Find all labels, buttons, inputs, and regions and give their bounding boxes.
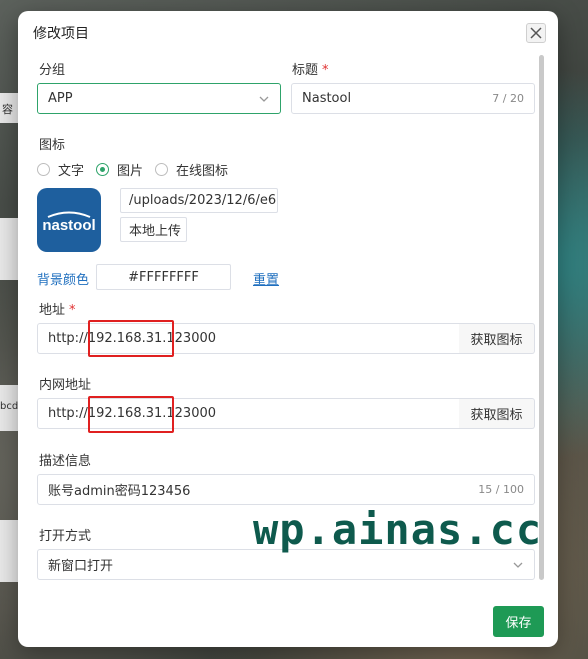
description-input-value: 账号admin密码123456 xyxy=(48,484,191,499)
group-select-value: APP xyxy=(48,91,73,106)
title-input-value: Nastool xyxy=(302,91,352,106)
title-input[interactable]: Nastool 7 / 20 xyxy=(291,83,535,114)
title-char-counter: 7 / 20 xyxy=(492,92,524,105)
reset-color-link[interactable]: 重置 xyxy=(253,269,279,288)
lan-address-label: 内网地址 xyxy=(39,378,92,393)
icon-label: 图标 xyxy=(39,138,66,153)
title-label: 标题 * xyxy=(292,63,329,78)
lan-fetch-icon-button[interactable]: 获取图标 xyxy=(459,398,535,429)
icon-path-input[interactable]: /uploads/2023/12/6/e6 xyxy=(120,188,278,213)
dialog-title: 修改项目 xyxy=(33,26,89,42)
watermark-text: wp.ainas.cc xyxy=(253,505,543,554)
bg-color-input[interactable]: #FFFFFFFF xyxy=(96,264,231,290)
ip-highlight-box xyxy=(88,320,174,357)
icon-type-radio-group: 文字 图片 在线图标 xyxy=(37,160,240,179)
radio-text[interactable]: 文字 xyxy=(37,160,84,179)
chevron-down-icon xyxy=(259,96,269,102)
close-button[interactable] xyxy=(526,23,546,43)
address-label: 地址 * xyxy=(39,303,76,318)
radio-image[interactable]: 图片 xyxy=(96,160,143,179)
description-input[interactable]: 账号admin密码123456 15 / 100 xyxy=(37,474,535,505)
logo-arc-icon xyxy=(47,211,91,218)
nastool-logo: nastool xyxy=(37,188,101,252)
chevron-down-icon xyxy=(513,562,523,568)
group-label: 分组 xyxy=(39,63,66,78)
open-mode-value: 新窗口打开 xyxy=(48,559,114,574)
ip-highlight-box xyxy=(88,396,174,433)
local-upload-button[interactable]: 本地上传 xyxy=(120,217,187,242)
close-icon xyxy=(530,27,542,39)
radio-online-icon[interactable]: 在线图标 xyxy=(155,160,228,179)
description-label: 描述信息 xyxy=(39,454,92,469)
bg-color-label[interactable]: 背景颜色 xyxy=(37,269,89,288)
group-select[interactable]: APP xyxy=(37,83,281,114)
address-fetch-icon-button[interactable]: 获取图标 xyxy=(459,323,535,354)
description-char-counter: 15 / 100 xyxy=(478,483,524,496)
save-button[interactable]: 保存 xyxy=(493,606,544,637)
scrollbar[interactable] xyxy=(539,55,544,580)
open-mode-label: 打开方式 xyxy=(39,529,92,544)
